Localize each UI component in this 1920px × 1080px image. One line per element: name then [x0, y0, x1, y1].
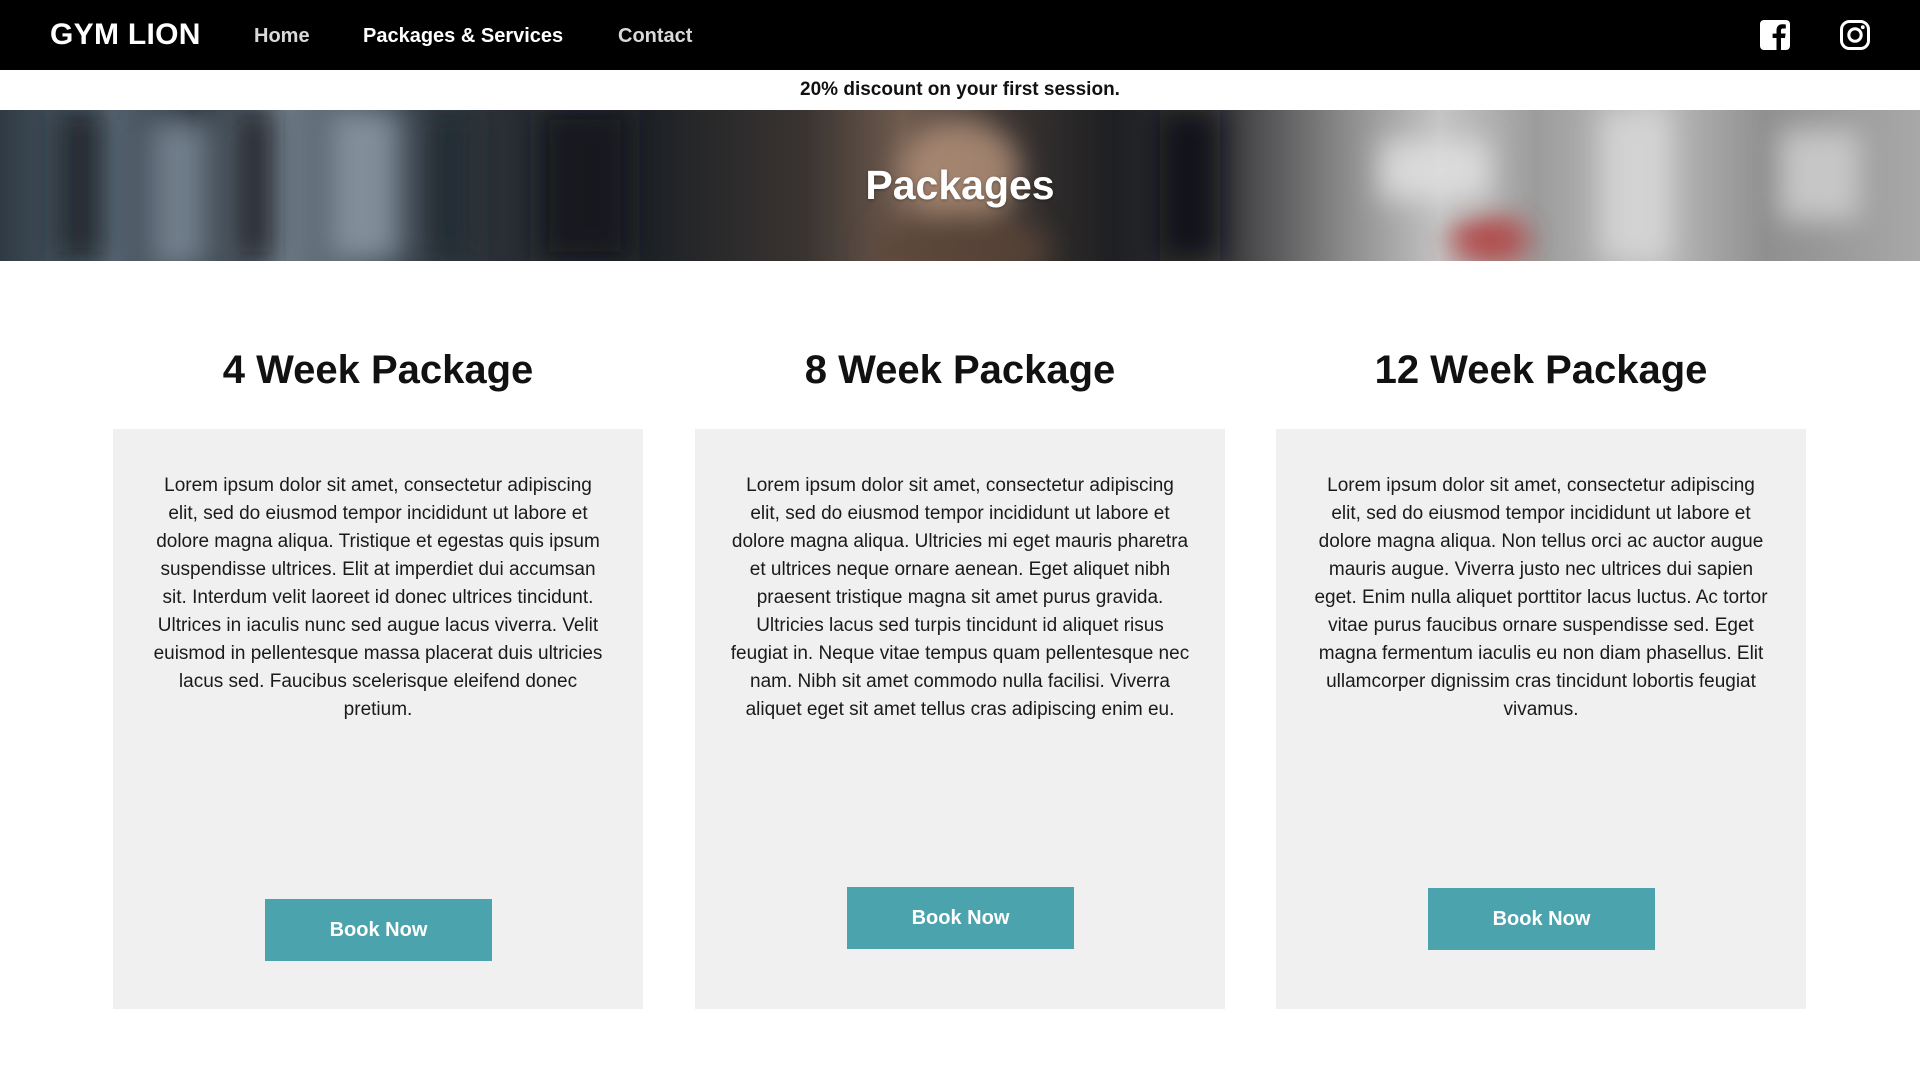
package-card-12-week: Lorem ipsum dolor sit amet, consectetur …: [1276, 429, 1806, 1009]
package-card-4-week: Lorem ipsum dolor sit amet, consectetur …: [113, 429, 643, 1009]
package-description: Lorem ipsum dolor sit amet, consectetur …: [730, 475, 1190, 720]
instagram-icon[interactable]: [1839, 19, 1871, 51]
book-now-button-12-week[interactable]: Book Now: [1428, 888, 1655, 950]
package-title-4-week: 4 Week Package: [222, 348, 534, 392]
book-now-button-4-week[interactable]: Book Now: [265, 899, 492, 961]
package-card-8-week: Lorem ipsum dolor sit amet, consectetur …: [695, 429, 1225, 1009]
page-title: Packages: [865, 162, 1055, 208]
package-description: Lorem ipsum dolor sit amet, consectetur …: [153, 475, 603, 720]
facebook-icon[interactable]: [1759, 19, 1791, 51]
book-now-button-8-week[interactable]: Book Now: [847, 887, 1074, 949]
package-title-12-week: 12 Week Package: [1374, 348, 1708, 392]
package-description: Lorem ipsum dolor sit amet, consectetur …: [1314, 475, 1768, 720]
nav-link-packages-services[interactable]: Packages & Services: [363, 0, 563, 70]
top-navbar: GYM LION Home Packages & Services Contac…: [0, 0, 1920, 70]
nav-link-contact[interactable]: Contact: [618, 0, 692, 70]
nav-link-home[interactable]: Home: [254, 0, 310, 70]
hero-banner: Packages: [0, 110, 1920, 261]
promo-banner: 20% discount on your first session.: [0, 70, 1920, 110]
brand-logo[interactable]: GYM LION: [50, 0, 201, 70]
package-title-8-week: 8 Week Package: [804, 348, 1116, 392]
